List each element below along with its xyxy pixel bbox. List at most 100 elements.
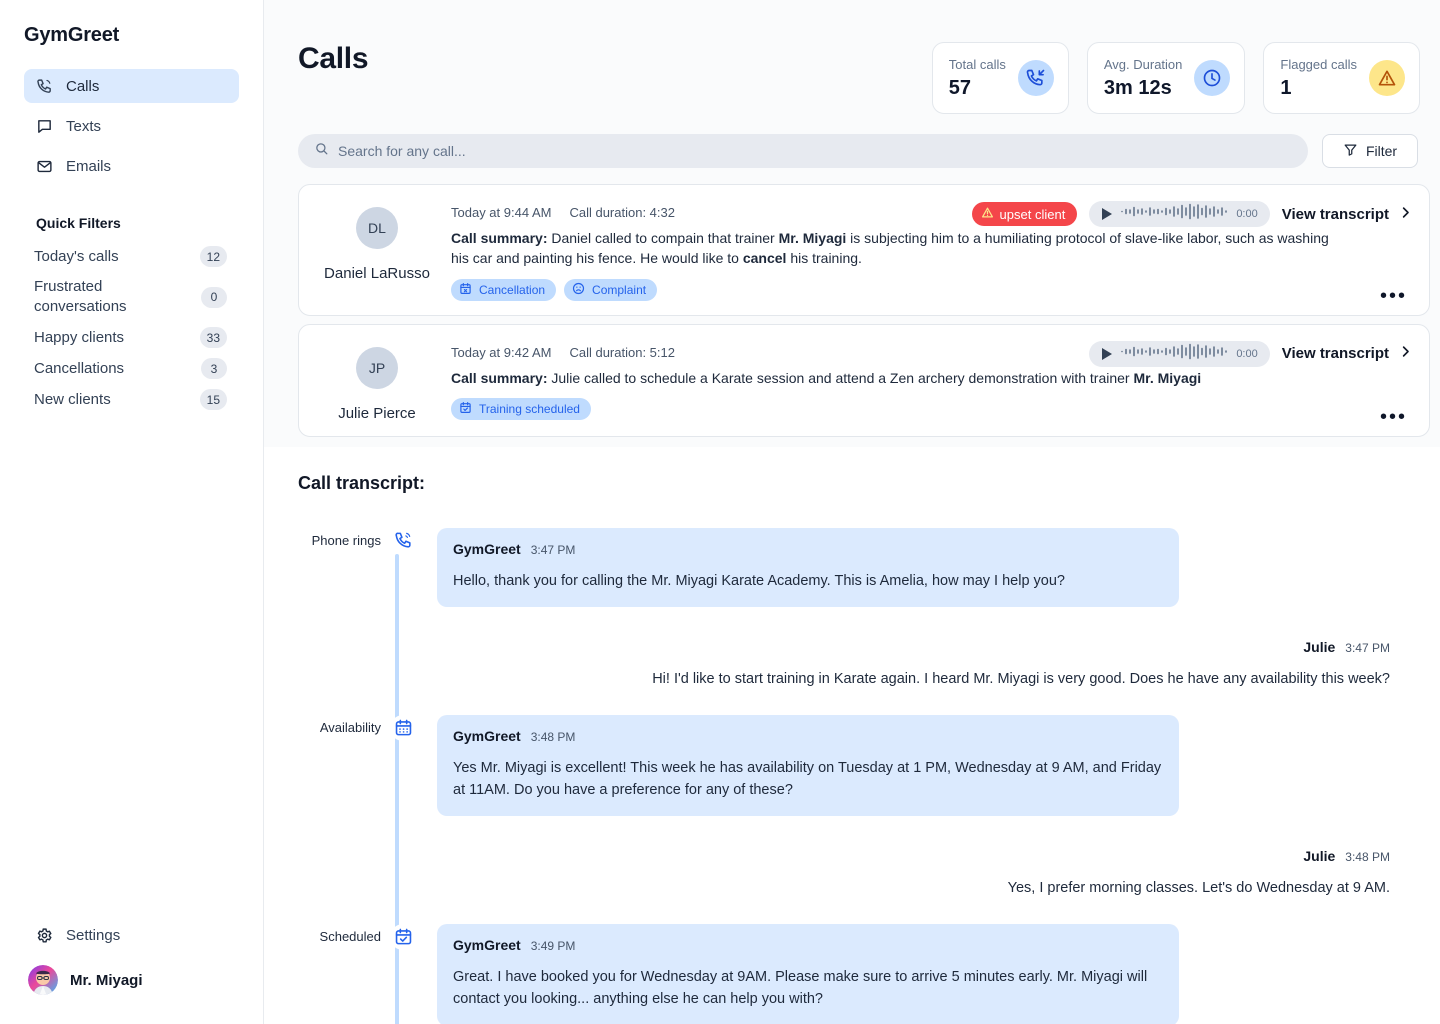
calendar-check-icon: [459, 401, 472, 417]
quick-filter-label: Today's calls: [34, 247, 119, 265]
timeline-marker-scheduled: Scheduled: [298, 923, 416, 950]
call-summary-bold-1: Mr. Miyagi: [778, 230, 847, 246]
play-icon[interactable]: [1102, 347, 1113, 360]
call-summary-label: Call summary:: [451, 369, 548, 386]
transcript-row: Julie 3:48 PM Yes, I prefer morning clas…: [298, 848, 1430, 899]
transcript-message-bubble: GymGreet 3:48 PM Yes Mr. Miyagi is excel…: [437, 714, 1179, 817]
incoming-call-icon: [1017, 60, 1054, 96]
play-icon[interactable]: [1102, 208, 1113, 220]
warning-triangle-icon: [1369, 60, 1405, 96]
message-sender: GymGreet: [453, 727, 521, 744]
audio-player[interactable]: 0:00: [1089, 340, 1270, 367]
stat-value: 57: [948, 76, 972, 99]
message-time: 3:48 PM: [1345, 850, 1390, 865]
view-transcript-button[interactable]: View transcript: [1282, 205, 1413, 224]
chevron-right-icon: [1398, 205, 1413, 224]
message-text: Great. I have booked you for Wednesday a…: [453, 968, 1148, 1008]
tag-label: Cancellation: [479, 282, 546, 297]
transcript-timeline: Phone rings GymGreet 3:47 PM Hello, than…: [298, 527, 1430, 1024]
warning-triangle-icon: [981, 206, 994, 222]
sidebar-item-calls[interactable]: Calls: [24, 69, 239, 103]
call-duration: Call duration: 5:12: [569, 344, 675, 360]
transcript-message-bubble: GymGreet 3:49 PM Great. I have booked yo…: [437, 923, 1179, 1024]
call-summary-label: Call summary:: [451, 230, 548, 246]
audio-player[interactable]: 0:00: [1089, 201, 1270, 227]
tag-cancellation[interactable]: Cancellation: [451, 278, 557, 301]
avatar-initials: JP: [356, 346, 398, 389]
quick-filter-count: 3: [201, 358, 227, 379]
search-input[interactable]: Search for any call...: [298, 134, 1308, 168]
call-card[interactable]: JP Julie Pierce Today at 9:42 AM Call du…: [298, 323, 1430, 437]
calendar-check-icon: [390, 923, 416, 950]
quick-filter-label: Cancellations: [34, 359, 125, 377]
sidebar-item-calls-label: Calls: [66, 77, 100, 95]
caller-identity: JP Julie Pierce: [317, 341, 437, 422]
player-timestamp: 0:00: [1236, 347, 1258, 360]
sidebar-item-texts[interactable]: Texts: [24, 109, 239, 143]
quick-filter-todays-calls[interactable]: Today's calls 12: [0, 241, 263, 272]
call-duration: Call duration: 4:32: [569, 205, 675, 220]
message-sender: GymGreet: [453, 936, 521, 953]
call-tags: Training scheduled: [451, 397, 1415, 420]
app-root: GymGreet Calls Texts Emails Quick Filter…: [0, 0, 1440, 1024]
message-text: Yes, I prefer morning classes. Let's do …: [1007, 880, 1390, 897]
calendar-icon: [390, 714, 416, 741]
message-time: 3:47 PM: [1345, 641, 1390, 656]
timeline-marker-label: Availability: [319, 720, 381, 736]
timeline-marker-label: Scheduled: [319, 929, 381, 945]
call-controls: 0:00 View transcript: [1089, 340, 1413, 367]
primary-nav: Calls Texts Emails: [0, 69, 263, 189]
message-text: Hello, thank you for calling the Mr. Miy…: [453, 572, 1065, 589]
more-options-icon[interactable]: •••: [1380, 286, 1407, 306]
caller-name: Julie Pierce: [338, 404, 416, 422]
message-time: 3:48 PM: [530, 729, 576, 744]
transcript-title: Call transcript:: [298, 472, 426, 493]
quick-filter-happy-clients[interactable]: Happy clients 33: [0, 322, 263, 353]
quick-filters-heading: Quick Filters: [36, 215, 121, 231]
avatar: [28, 965, 58, 995]
quick-filter-cancellations[interactable]: Cancellations 3: [0, 353, 263, 384]
user-profile[interactable]: Mr. Miyagi: [0, 958, 263, 1002]
call-time: Today at 9:42 AM: [451, 344, 552, 360]
status-badge-upset-client: upset client: [971, 202, 1078, 226]
app-brand: GymGreet: [24, 24, 120, 46]
tag-training-scheduled[interactable]: Training scheduled: [451, 397, 591, 420]
quick-filter-frustrated-conversations[interactable]: Frustrated conversations 0: [0, 272, 263, 322]
message-text: Hi! I'd like to start training in Karate…: [652, 671, 1390, 688]
sidebar-item-texts-label: Texts: [66, 117, 102, 135]
transcript-message-plain: Julie 3:48 PM Yes, I prefer morning clas…: [437, 848, 1430, 899]
sidebar-item-settings[interactable]: Settings: [0, 920, 263, 950]
sidebar-item-emails[interactable]: Emails: [24, 149, 239, 183]
stat-value: 1: [1280, 76, 1292, 99]
message-sender: Julie: [1303, 848, 1336, 865]
tag-complaint[interactable]: Complaint: [564, 278, 658, 301]
waveform: [1120, 343, 1228, 365]
call-summary-text-1: Julie called to schedule a Karate sessio…: [547, 369, 1134, 386]
filter-button[interactable]: Filter: [1322, 134, 1418, 168]
call-time: Today at 9:44 AM: [451, 205, 552, 220]
filter-label: Filter: [1365, 143, 1398, 159]
caller-identity: DL Daniel LaRusso: [317, 201, 437, 301]
call-summary-bold-1: Mr. Miyagi: [1133, 369, 1202, 386]
timeline-marker-phone-rings: Phone rings: [298, 527, 416, 554]
transcript-message-bubble: GymGreet 3:47 PM Hello, thank you for ca…: [437, 527, 1179, 608]
waveform: [1120, 203, 1228, 225]
call-summary-text-1: Daniel called to compain that trainer: [547, 230, 779, 246]
timeline-marker-availability: Availability: [298, 714, 416, 741]
tag-label: Training scheduled: [479, 401, 580, 416]
calls-list: DL Daniel LaRusso Today at 9:44 AM Call …: [264, 168, 1440, 437]
more-options-icon[interactable]: •••: [1380, 407, 1407, 427]
call-card[interactable]: DL Daniel LaRusso Today at 9:44 AM Call …: [298, 184, 1430, 316]
call-tags: Cancellation Complaint: [451, 278, 1415, 301]
quick-filter-count: 0: [201, 286, 227, 308]
player-timestamp: 0:00: [1236, 208, 1258, 220]
view-transcript-label: View transcript: [1281, 345, 1389, 363]
search-placeholder: Search for any call...: [338, 143, 466, 159]
stat-label: Avg. Duration: [1103, 56, 1183, 72]
message-time: 3:47 PM: [530, 542, 576, 557]
avatar-initials: DL: [356, 207, 398, 249]
view-transcript-button[interactable]: View transcript: [1282, 344, 1413, 363]
quick-filter-new-clients[interactable]: New clients 15: [0, 384, 263, 415]
calendar-x-icon: [459, 282, 472, 298]
quick-filters-list: Today's calls 12 Frustrated conversation…: [0, 241, 263, 415]
